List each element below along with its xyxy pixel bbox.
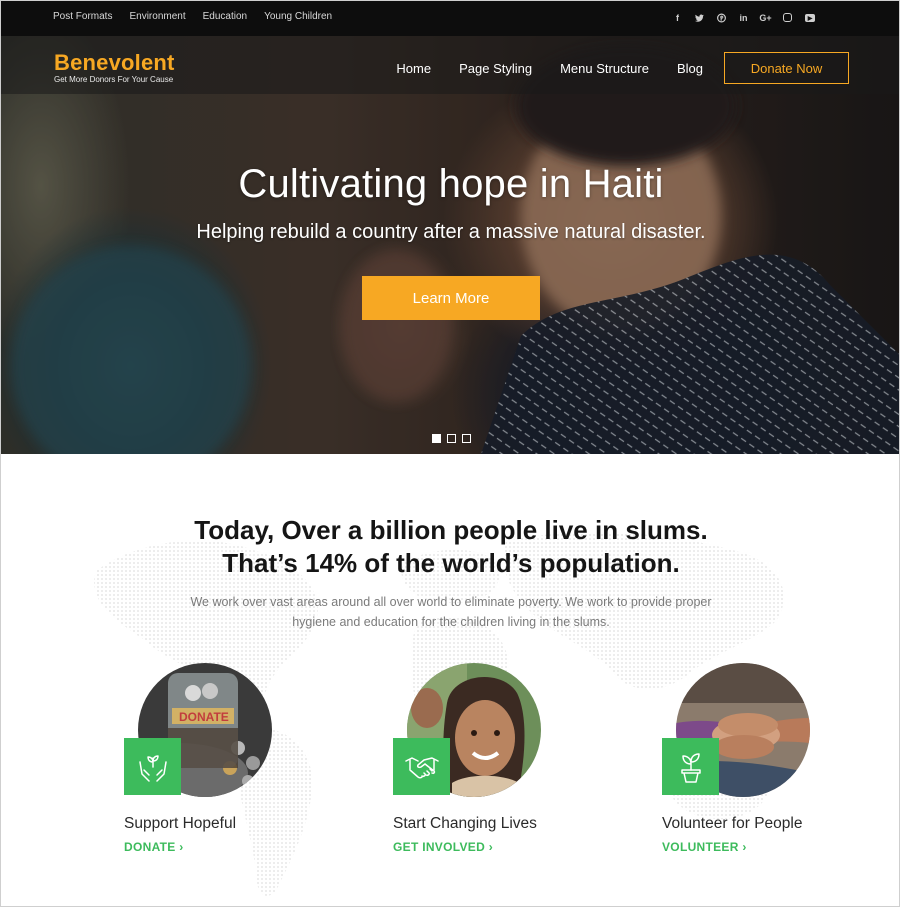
top-link-education[interactable]: Education	[203, 11, 247, 22]
google-plus-icon[interactable]: G+	[759, 13, 771, 23]
youtube-icon[interactable]: ▶	[805, 14, 815, 22]
get-involved-link[interactable]: GET INVOLVED ›	[393, 840, 493, 854]
menu-item-page-styling[interactable]: Page Styling	[459, 61, 532, 76]
get-involved-link-label: GET INVOLVED	[393, 840, 486, 854]
intro-text: We work over vast areas around all over …	[190, 595, 712, 629]
slider-dot-2[interactable]	[447, 434, 456, 443]
feature-start-changing-lives: Start Changing Lives GET INVOLVED ›	[393, 663, 623, 863]
svg-text:DONATE: DONATE	[179, 710, 229, 724]
slider-dot-1[interactable]	[432, 434, 441, 443]
donate-link[interactable]: DONATE ›	[124, 840, 184, 854]
chevron-right-icon: ›	[742, 840, 747, 854]
hero-overlay	[1, 36, 899, 454]
main-menu: Home Page Styling Menu Structure Blog	[396, 61, 703, 76]
volunteer-link[interactable]: VOLUNTEER ›	[662, 840, 747, 854]
menu-item-menu-structure[interactable]: Menu Structure	[560, 61, 649, 76]
feature-support-hopeful: DONATE Support Hopeful DONATE ›	[124, 663, 354, 863]
hero-title: Cultivating hope in Haiti	[238, 162, 664, 206]
top-link-post-formats[interactable]: Post Formats	[53, 11, 112, 22]
intro-headline-line-2: That’s 14% of the world’s population.	[222, 548, 680, 578]
hands-plant-icon	[124, 738, 181, 795]
learn-more-button[interactable]: Learn More	[362, 276, 540, 320]
top-links: Post Formats Environment Education Young…	[53, 11, 332, 22]
top-link-environment[interactable]: Environment	[129, 11, 185, 22]
top-bar: Post Formats Environment Education Young…	[1, 1, 899, 36]
chevron-right-icon: ›	[488, 840, 493, 854]
pinterest-icon[interactable]	[717, 13, 726, 23]
site-logo[interactable]: Benevolent Get More Donors For Your Caus…	[54, 50, 175, 85]
chevron-right-icon: ›	[179, 840, 184, 854]
feature-title: Start Changing Lives	[393, 815, 537, 832]
menu-item-home[interactable]: Home	[396, 61, 431, 76]
social-links: f in G+ ▶	[673, 13, 815, 23]
feature-title: Volunteer for People	[662, 815, 803, 832]
feature-title: Support Hopeful	[124, 815, 237, 832]
instagram-icon[interactable]	[783, 13, 792, 22]
page: Post Formats Environment Education Young…	[0, 0, 900, 907]
intro-headline: Today, Over a billion people live in slu…	[1, 514, 899, 580]
menu-item-blog[interactable]: Blog	[677, 61, 703, 76]
donate-link-label: DONATE	[124, 840, 176, 854]
intro-headline-line-1: Today, Over a billion people live in slu…	[194, 515, 708, 545]
logo-text: Benevolent	[54, 50, 175, 75]
hero-subtitle: Helping rebuild a country after a massiv…	[196, 221, 706, 243]
main-navbar: Benevolent Get More Donors For Your Caus…	[1, 36, 899, 94]
top-link-young-children[interactable]: Young Children	[264, 11, 332, 22]
twitter-icon[interactable]	[695, 13, 704, 23]
volunteer-link-label: VOLUNTEER	[662, 840, 739, 854]
handshake-icon	[393, 738, 450, 795]
potted-plant-icon	[662, 738, 719, 795]
slider-dots	[432, 434, 471, 443]
facebook-icon[interactable]: f	[673, 13, 682, 23]
logo-tagline: Get More Donors For Your Cause	[54, 75, 174, 84]
hero-slider: Benevolent Get More Donors For Your Caus…	[1, 36, 899, 454]
feature-volunteer-for-people: Volunteer for People VOLUNTEER ›	[662, 663, 892, 863]
linkedin-icon[interactable]: in	[739, 13, 748, 23]
donate-now-button[interactable]: Donate Now	[724, 52, 849, 84]
slider-dot-3[interactable]	[462, 434, 471, 443]
